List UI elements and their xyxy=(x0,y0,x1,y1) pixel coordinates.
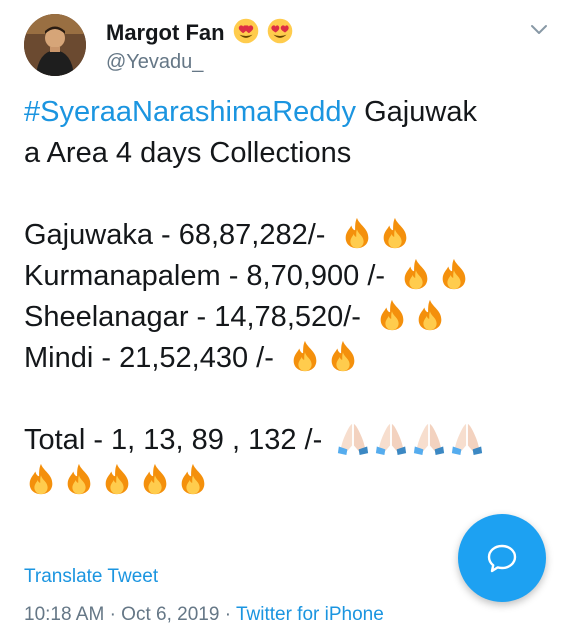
tweet-line xyxy=(24,461,554,502)
meta-separator: · xyxy=(109,604,116,625)
tweet-meta: 10:18 AM · Oct 6, 2019 · Twitter for iPh… xyxy=(24,604,384,626)
fire-icon xyxy=(143,463,167,495)
heart-eyes-icon xyxy=(267,18,293,44)
tweet-line-text: Gajuwak xyxy=(356,96,477,128)
tweet-time: 10:18 AM xyxy=(24,604,105,625)
folded-hands-icon xyxy=(414,423,445,455)
folded-hands-icon xyxy=(452,423,483,455)
tweet-line-text: Sheelanagar - 14,78,520/- xyxy=(24,301,370,333)
translate-tweet-link[interactable]: Translate Tweet xyxy=(24,566,158,588)
tweet-source-link[interactable]: Twitter for iPhone xyxy=(236,604,384,625)
tweet-line-text: Gajuwaka - 68,87,282/- xyxy=(24,219,334,251)
tweet-date: Oct 6, 2019 xyxy=(121,604,220,625)
fire-icon xyxy=(404,258,428,290)
fire-icon xyxy=(418,299,442,331)
meta-separator: · xyxy=(224,604,232,625)
chevron-down-icon[interactable] xyxy=(528,18,550,40)
fire-icon xyxy=(293,340,317,372)
fire-icon xyxy=(29,463,53,495)
tweet-line-text: Total - 1, 13, 89 , 132 /- xyxy=(24,424,331,456)
tweet-line: #SyeraaNarashimaReddy Gajuwak xyxy=(24,92,554,133)
user-handle[interactable]: @Yevadu_ xyxy=(106,50,203,74)
fire-icon xyxy=(380,299,404,331)
reply-bubble-icon xyxy=(487,544,517,573)
tweet-line: Gajuwaka - 68,87,282/- xyxy=(24,215,554,256)
tweet-body: #SyeraaNarashimaReddy Gajuwak a Area 4 da… xyxy=(24,92,554,502)
fire-icon xyxy=(331,340,355,372)
display-name-text: Margot Fan xyxy=(106,20,225,45)
tweet-line-text: Mindi - 21,52,430 /- xyxy=(24,342,282,374)
fire-icon xyxy=(181,463,205,495)
fire-icon xyxy=(67,463,91,495)
hashtag-link[interactable]: #SyeraaNarashimaReddy xyxy=(24,96,356,128)
avatar[interactable] xyxy=(24,14,86,76)
tweet-line-text: a Area 4 days Collections xyxy=(24,137,352,169)
tweet-line: Kurmanapalem - 8,70,900 /- xyxy=(24,256,554,297)
tweet-header: Margot Fan @Yevadu_ xyxy=(24,14,554,78)
display-name[interactable]: Margot Fan xyxy=(106,18,293,47)
heart-eyes-icon xyxy=(233,18,258,44)
fire-icon xyxy=(383,217,406,249)
tweet-line: Sheelanagar - 14,78,520/- xyxy=(24,297,554,338)
tweet-line: Mindi - 21,52,430 /- xyxy=(24,338,554,379)
tweet-line: Total - 1, 13, 89 , 132 /- xyxy=(24,420,554,461)
fire-icon xyxy=(105,463,129,495)
fire-icon xyxy=(442,258,466,290)
folded-hands-icon xyxy=(338,423,369,455)
folded-hands-icon xyxy=(376,423,407,455)
compose-reply-button[interactable] xyxy=(458,514,546,602)
tweet-line: a Area 4 days Collections xyxy=(24,133,554,174)
fire-icon xyxy=(345,217,368,249)
tweet-line-text: Kurmanapalem - 8,70,900 /- xyxy=(24,260,394,292)
